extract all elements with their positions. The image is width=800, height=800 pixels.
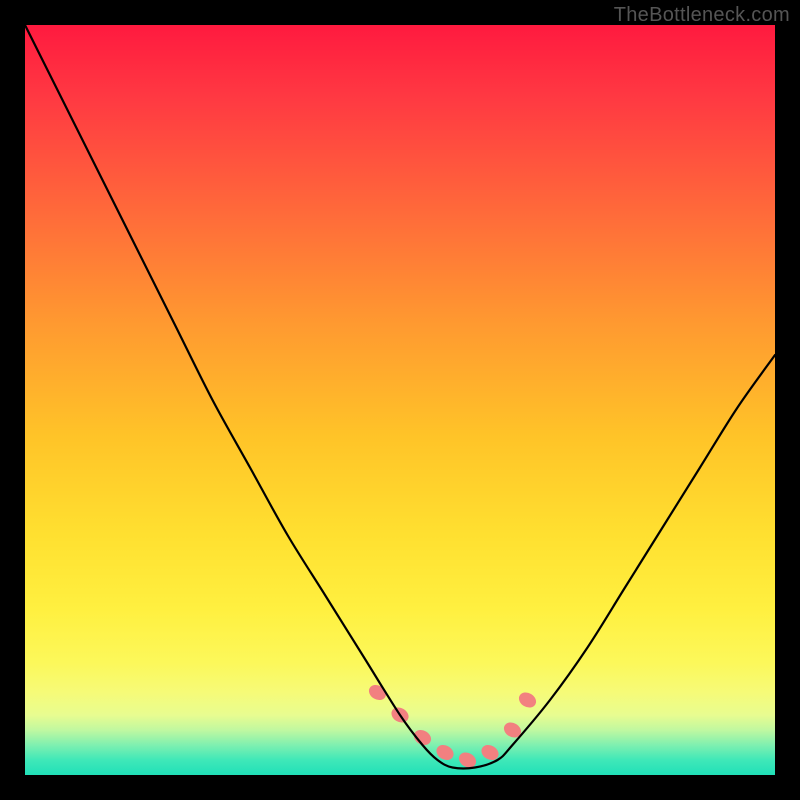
marker-group (366, 682, 539, 771)
highlight-marker (516, 689, 539, 710)
bottleneck-curve-path (25, 25, 775, 768)
watermark-text: TheBottleneck.com (614, 4, 790, 27)
chart-frame: TheBottleneck.com (0, 0, 800, 800)
plot-area (25, 25, 775, 775)
curve-layer (25, 25, 775, 775)
